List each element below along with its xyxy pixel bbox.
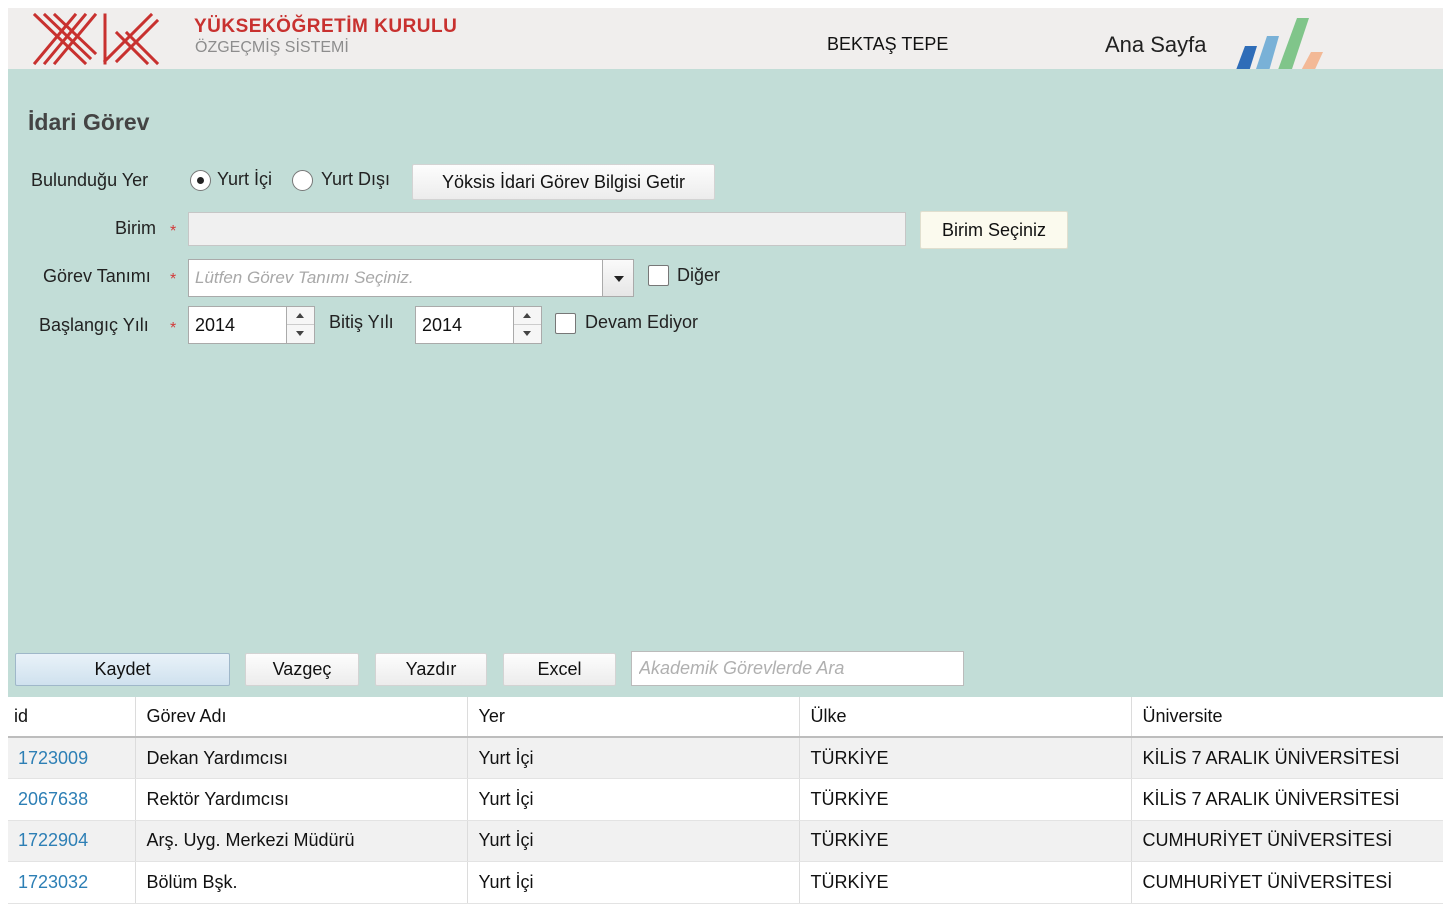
required-mark: * [170,271,177,288]
form-panel: İdari Görev Bulunduğu Yer Yurt İçi Yurt … [8,69,1443,697]
cell-country: TÜRKİYE [799,778,1132,821]
task-select-placeholder: Lütfen Görev Tanımı Seçiniz. [195,268,414,287]
cell-location: Yurt İçi [467,820,800,862]
radio-domestic[interactable] [190,170,211,191]
brand-subtitle: ÖZGEÇMİŞ SİSTEMİ [195,39,349,56]
cell-university: CUMHURİYET ÜNİVERSİTESİ [1131,820,1443,862]
row-id-link[interactable]: 1723032 [8,861,136,904]
yok-logo-icon [33,12,160,66]
other-label[interactable]: Diğer [677,265,720,286]
task-label: Görev Tanımı [43,266,151,286]
column-header-location[interactable]: Yer [467,697,800,738]
cell-location: Yurt İçi [467,861,800,904]
cell-location: Yurt İçi [467,737,800,779]
start-year-stepper[interactable]: 2014 [188,306,315,344]
task-select[interactable]: Lütfen Görev Tanımı Seçiniz. [188,259,634,297]
location-label: Bulunduğu Yer [31,170,149,190]
required-mark: * [170,223,177,240]
cell-location: Yurt İçi [467,778,800,821]
cell-country: TÜRKİYE [799,737,1132,779]
cell-title: Dekan Yardımcısı [135,737,468,779]
start-year-value[interactable]: 2014 [195,315,235,336]
home-link[interactable]: Ana Sayfa [1105,32,1207,58]
cell-country: TÜRKİYE [799,861,1132,904]
table-row[interactable]: 1723032 Bölüm Bşk. Yurt İçi TÜRKİYE CUMH… [8,861,1443,904]
cell-country: TÜRKİYE [799,820,1132,862]
ongoing-checkbox[interactable] [555,313,576,334]
cell-title: Bölüm Bşk. [135,861,468,904]
increment-icon[interactable] [514,307,541,325]
end-year-stepper[interactable]: 2014 [415,306,542,344]
save-button[interactable]: Kaydet [15,653,230,686]
column-header-id[interactable]: id [8,697,136,738]
print-button[interactable]: Yazdır [375,653,487,686]
excel-button[interactable]: Excel [503,653,616,686]
radio-abroad[interactable] [292,170,313,191]
increment-icon[interactable] [287,307,314,325]
search-input[interactable] [631,651,964,686]
other-checkbox[interactable] [648,265,669,286]
app-header: YÜKSEKÖĞRETİM KURULU ÖZGEÇMİŞ SİSTEMİ BE… [8,8,1443,78]
column-header-country[interactable]: Ülke [799,697,1132,738]
cell-university: KİLİS 7 ARALIK ÜNİVERSİTESİ [1131,778,1443,821]
select-unit-button[interactable]: Birim Seçiniz [920,211,1068,249]
table-row[interactable]: 1723009 Dekan Yardımcısı Yurt İçi TÜRKİY… [8,737,1443,779]
decrement-icon[interactable] [287,325,314,343]
unit-label: Birim [115,218,156,238]
end-year-label: Bitiş Yılı [329,312,394,332]
fetch-yoksis-button[interactable]: Yöksis İdari Görev Bilgisi Getir [412,164,715,200]
table-row[interactable]: 1722904 Arş. Uyg. Merkezi Müdürü Yurt İç… [8,820,1443,862]
duties-table: id Görev Adı Yer Ülke Üniversite 1723009… [8,697,1443,904]
brand-title: YÜKSEKÖĞRETİM KURULU [194,16,458,37]
table-row[interactable]: 2067638 Rektör Yardımcısı Yurt İçi TÜRKİ… [8,778,1443,821]
end-year-value[interactable]: 2014 [422,315,462,336]
cell-university: KİLİS 7 ARALIK ÜNİVERSİTESİ [1131,737,1443,779]
column-header-university[interactable]: Üniversite [1131,697,1443,738]
decrement-icon[interactable] [514,325,541,343]
cell-title: Rektör Yardımcısı [135,778,468,821]
radio-abroad-label[interactable]: Yurt Dışı [321,169,390,190]
ongoing-label[interactable]: Devam Ediyor [585,312,698,333]
chevron-down-icon[interactable] [602,260,633,296]
row-id-link[interactable]: 1723009 [8,737,136,779]
cancel-button[interactable]: Vazgeç [245,653,359,686]
row-id-link[interactable]: 1722904 [8,820,136,862]
column-header-title[interactable]: Görev Adı [135,697,468,738]
user-name: BEKTAŞ TEPE [827,34,949,54]
row-id-link[interactable]: 2067638 [8,778,136,821]
radio-domestic-label[interactable]: Yurt İçi [217,169,272,190]
table-header-row: id Görev Adı Yer Ülke Üniversite [8,697,1443,738]
section-title: İdari Görev [28,109,150,135]
unit-field[interactable] [188,212,906,246]
cell-title: Arş. Uyg. Merkezi Müdürü [135,820,468,862]
cell-university: CUMHURİYET ÜNİVERSİTESİ [1131,861,1443,904]
start-year-label: Başlangıç Yılı [39,315,149,335]
required-mark: * [170,320,177,337]
